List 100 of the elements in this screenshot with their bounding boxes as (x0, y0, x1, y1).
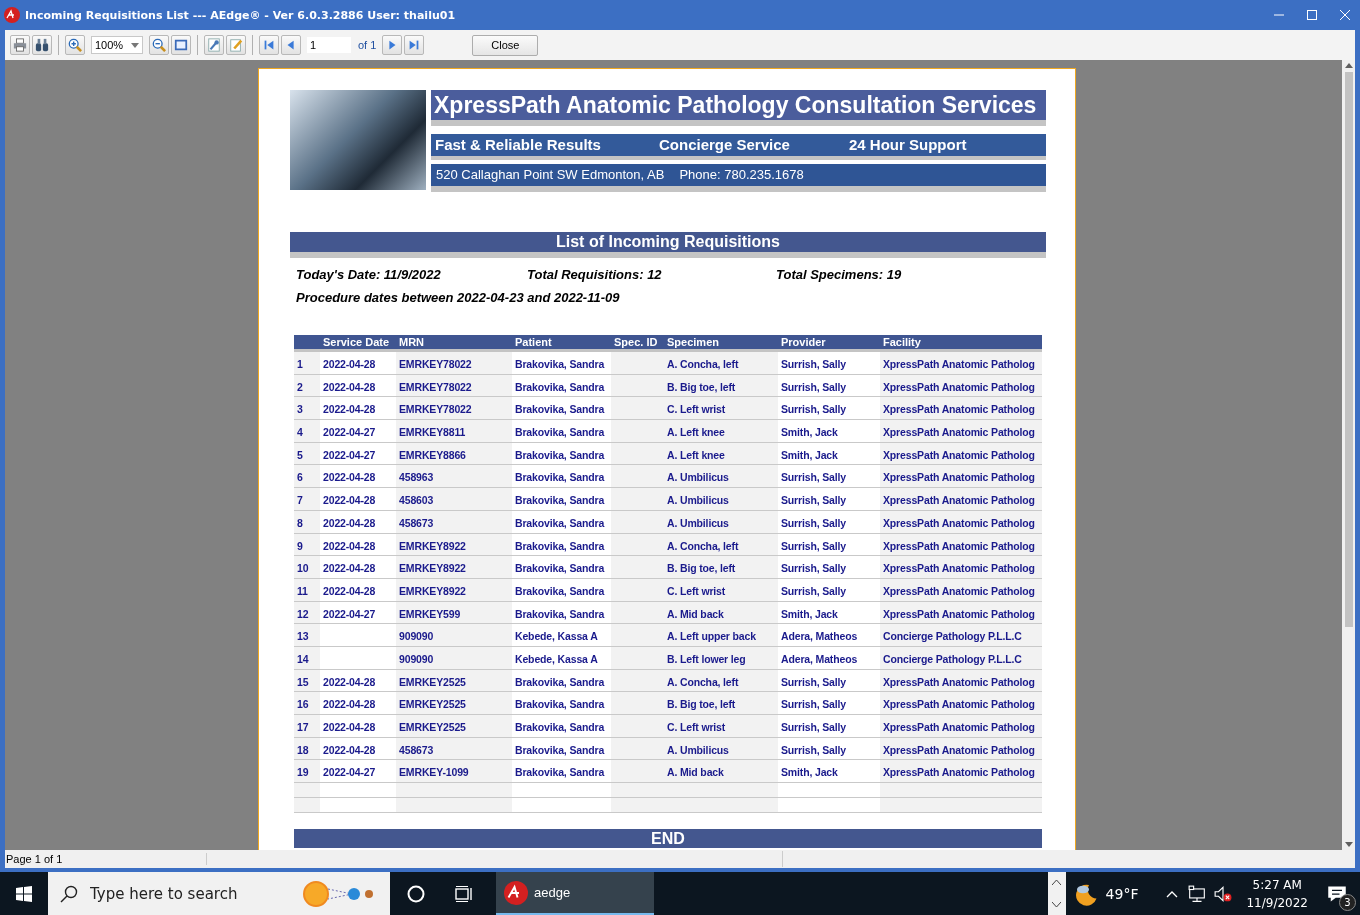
print-button[interactable] (10, 35, 30, 55)
row-number: 8 (294, 510, 320, 534)
taskbar-search-bar[interactable]: Type here to search (48, 872, 390, 915)
zoom-in-icon (68, 38, 82, 52)
search-field[interactable]: Type here to search (88, 883, 292, 904)
page-view-button[interactable] (171, 35, 191, 55)
table-cell: XpressPath Anatomic Patholog (880, 397, 1042, 421)
zoom-out-button[interactable] (149, 35, 169, 55)
table-cell: EMRKEY78022 (396, 397, 512, 421)
zoom-dropdown[interactable]: 100% (91, 36, 143, 54)
table-cell: XpressPath Anatomic Patholog (880, 556, 1042, 579)
summary-field: Total Specimens: 19 (776, 267, 902, 282)
column-header: Spec. ID (613, 335, 659, 349)
taskbar-app[interactable]: aedge (496, 872, 654, 915)
clock[interactable]: 5:27 AM 11/9/2022 (1246, 877, 1308, 910)
table-cell: 458673 (396, 737, 512, 761)
row-number: 7 (294, 488, 320, 511)
windows-logo-icon (16, 885, 32, 902)
tray-scroll-control[interactable] (1047, 872, 1066, 915)
table-cell: EMRKEY2525 (396, 715, 512, 738)
first-page-icon (262, 38, 276, 52)
address: 520 Callaghan Point SW Edmonton, AB (436, 167, 665, 183)
row-number: 17 (294, 715, 320, 738)
table-cell: XpressPath Anatomic Patholog (880, 374, 1042, 398)
window-title: Incoming Requisitions List --- AEdge® - Ver 6.0.3.2886 User: thailu01 (25, 8, 457, 22)
table-cell: EMRKEY8922 (396, 556, 512, 579)
column-header: Patient (514, 335, 553, 349)
page-number-field[interactable]: 1 (307, 37, 351, 53)
table-cell: XpressPath Anatomic Patholog (880, 760, 1042, 784)
table-cell: EMRKEY8922 (396, 578, 512, 602)
table-cell: EMRKEY8922 (396, 533, 512, 557)
table-cell: Concierge Pathology P.L.L.C (880, 646, 1042, 670)
row-number: 4 (294, 420, 320, 443)
table-cell: XpressPath Anatomic Patholog (880, 352, 1042, 375)
time: 5:27 AM (1252, 877, 1302, 892)
report-title: List of Incoming Requisitions (290, 232, 1046, 258)
row-number: 16 (294, 692, 320, 715)
speaker-muted-icon[interactable] (1214, 884, 1233, 903)
row-number: 6 (294, 465, 320, 489)
scroll-up-icon[interactable] (1344, 63, 1353, 68)
last-page-button[interactable] (404, 35, 425, 55)
date: 11/9/2022 (1246, 895, 1308, 910)
close-report-button[interactable]: Close (472, 34, 539, 56)
table-cell: EMRKEY599 (396, 601, 512, 625)
table-cell: 458963 (396, 465, 512, 489)
row-number: 3 (294, 397, 320, 421)
binoculars-button[interactable] (32, 35, 52, 55)
edit-pencil-icon (229, 38, 243, 52)
search-icon (60, 884, 78, 903)
table-cell: A. Left knee (664, 442, 778, 466)
table-cell: XpressPath Anatomic Patholog (880, 578, 1042, 602)
empty-cell (294, 783, 320, 799)
tagline: Fast & Reliable Results (435, 136, 602, 154)
column-header: Specimen (666, 335, 720, 349)
table-cell: 909090 (396, 624, 512, 647)
next-page-button[interactable] (382, 35, 403, 55)
table-cell: EMRKEY-1099 (396, 760, 512, 784)
summary-field: Total Requisitions: 12 (527, 267, 776, 282)
row-number: 18 (294, 737, 320, 761)
row-number: 9 (294, 533, 320, 557)
column-header: Service Date (322, 335, 391, 349)
table-cell: 458673 (396, 510, 512, 534)
scroll-down-icon[interactable] (1344, 842, 1353, 847)
table-cell: XpressPath Anatomic Patholog (880, 465, 1042, 489)
binoculars-icon (35, 38, 49, 52)
page-count: of 1 (358, 39, 377, 51)
network-icon[interactable] (1188, 884, 1207, 903)
tagline: Concierge Service (659, 136, 791, 154)
row-number: 10 (294, 556, 320, 579)
caret-icon (131, 42, 139, 48)
wrench-button[interactable] (204, 35, 224, 55)
column-header: MRN (398, 335, 426, 349)
phone-number: Phone: 780.235.1678 (679, 167, 804, 183)
table-cell: C. Left wrist (664, 715, 778, 738)
zoom-out-icon (152, 38, 166, 52)
tagline: 24 Hour Support (849, 136, 967, 154)
status-page: Page 1 of 1 (5, 853, 207, 865)
row-number: 14 (294, 646, 320, 670)
table-cell: XpressPath Anatomic Patholog (880, 510, 1042, 534)
table-cell: B. Big toe, left (664, 692, 778, 715)
table-cell: B. Big toe, left (664, 374, 778, 398)
empty-cell (294, 798, 320, 814)
table-cell: XpressPath Anatomic Patholog (880, 420, 1042, 443)
table-cell: A. Left knee (664, 420, 778, 443)
first-page-button[interactable] (259, 35, 279, 55)
table-cell: A. Umbilicus (664, 488, 778, 511)
table-cell: A. Concha, left (664, 669, 778, 693)
row-number: 5 (294, 442, 320, 466)
temperature[interactable]: 49°F (1105, 885, 1139, 902)
table-cell: EMRKEY78022 (396, 352, 512, 375)
app-logo-icon (504, 880, 528, 905)
table-cell: XpressPath Anatomic Patholog (880, 669, 1042, 693)
table-cell: EMRKEY8811 (396, 420, 512, 443)
zoom-in-button[interactable] (65, 35, 85, 55)
app-logo-icon (4, 7, 20, 23)
page-view-icon (174, 38, 188, 52)
row-number: 12 (294, 601, 320, 625)
maximize-icon (1307, 10, 1317, 20)
table-cell: 458603 (396, 488, 512, 511)
previous-page-button[interactable] (281, 35, 301, 55)
